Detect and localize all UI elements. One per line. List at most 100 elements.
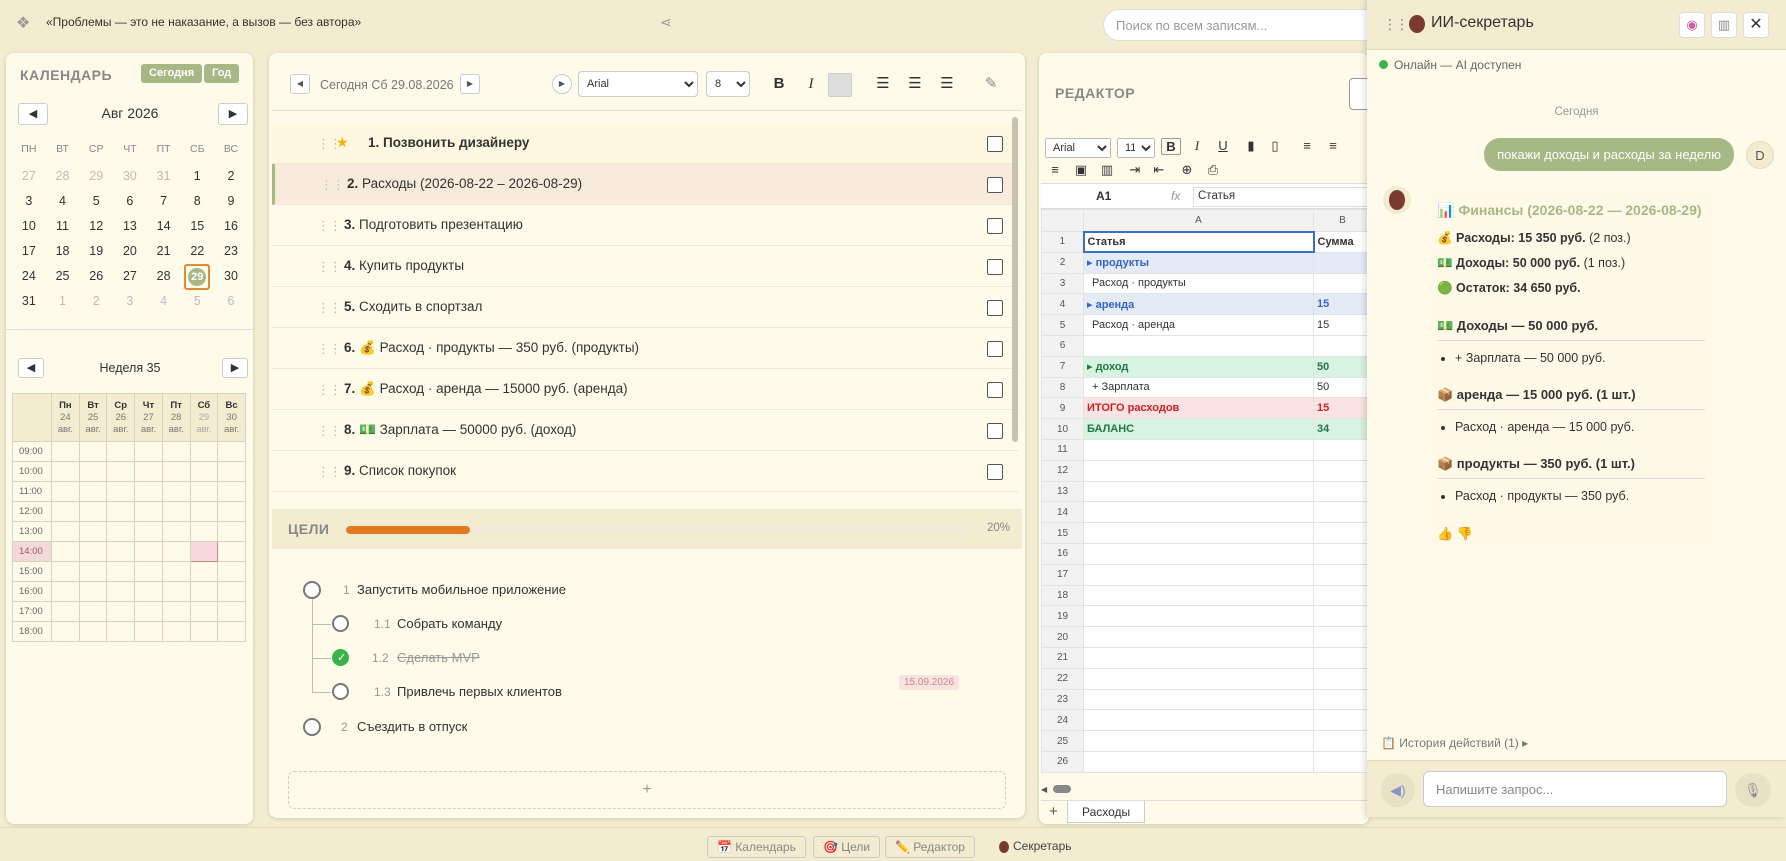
time-slot[interactable] xyxy=(51,461,80,482)
row-header[interactable]: 11 xyxy=(1041,438,1084,461)
row-header[interactable]: 25 xyxy=(1041,730,1084,752)
time-slot[interactable] xyxy=(134,581,163,602)
time-slot[interactable] xyxy=(106,601,136,622)
sheet-cell[interactable] xyxy=(1083,522,1314,544)
drag-handle-icon[interactable]: ⋮⋮ xyxy=(317,218,342,234)
calendar-day[interactable]: 26 xyxy=(79,264,113,289)
filter-icon[interactable]: ≡ xyxy=(1045,162,1065,177)
next-day-button[interactable]: ▶ xyxy=(460,74,480,94)
sheet-cell[interactable] xyxy=(1083,750,1314,773)
task-row[interactable]: ⋮⋮ 9. Список покупок xyxy=(272,451,1018,492)
sheet-size-select[interactable]: 11 xyxy=(1117,138,1155,158)
sheet-cell[interactable] xyxy=(1313,272,1369,295)
time-slot[interactable] xyxy=(78,521,108,542)
task-checkbox[interactable] xyxy=(987,218,1003,234)
column-header[interactable]: A xyxy=(1083,209,1314,232)
time-slot[interactable] xyxy=(106,541,136,562)
row-header[interactable]: 14 xyxy=(1041,501,1084,524)
time-slot[interactable] xyxy=(189,601,219,622)
sheet-underline-button[interactable]: U xyxy=(1213,138,1233,153)
row-header[interactable]: 4 xyxy=(1041,293,1084,316)
row-header[interactable]: 10 xyxy=(1041,418,1084,440)
sheet-cell[interactable] xyxy=(1313,522,1369,544)
time-slot[interactable] xyxy=(189,521,219,542)
align-center-icon[interactable]: ☰ xyxy=(902,71,928,97)
next-month-button[interactable]: ▶ xyxy=(218,103,248,125)
drag-handle-icon[interactable]: ⋮⋮ xyxy=(317,341,342,357)
calendar-day[interactable]: 1 xyxy=(46,289,80,314)
task-checkbox[interactable] xyxy=(987,136,1003,152)
sheet-cell[interactable] xyxy=(1083,501,1314,524)
sheet-cell[interactable]: Расход · аренда xyxy=(1083,314,1314,336)
task-row[interactable]: ⋮⋮ 7. 💰 Расход · аренда — 15000 руб. (ар… xyxy=(272,369,1018,410)
row-header[interactable]: 20 xyxy=(1041,626,1084,648)
time-slot[interactable] xyxy=(78,581,108,602)
calendar-day[interactable]: 5 xyxy=(79,189,113,214)
sheet-cell[interactable] xyxy=(1313,584,1369,607)
sheet-cell[interactable]: БАЛАНС xyxy=(1083,418,1314,440)
sheet-cell[interactable] xyxy=(1313,709,1369,732)
calendar-day[interactable]: 31 xyxy=(12,289,46,314)
calendar-day[interactable]: 2 xyxy=(214,164,248,189)
color-button[interactable] xyxy=(828,73,852,97)
row-header[interactable]: 23 xyxy=(1041,688,1084,711)
sheet-cell[interactable] xyxy=(1083,542,1314,565)
time-slot[interactable] xyxy=(161,481,191,502)
row-header[interactable]: 15 xyxy=(1041,522,1084,544)
formula-input[interactable]: Статья xyxy=(1193,187,1369,207)
task-row[interactable]: ⋮⋮ 3. Подготовить презентацию xyxy=(272,205,1018,246)
sheet-cell[interactable]: ИТОГО расходов xyxy=(1083,397,1314,420)
sheet-cell[interactable] xyxy=(1313,438,1369,461)
sheet-cell[interactable] xyxy=(1313,563,1369,586)
time-slot[interactable] xyxy=(106,581,136,602)
calendar-day[interactable]: 15 xyxy=(180,214,214,239)
sheet-cell[interactable] xyxy=(1083,626,1314,648)
time-slot[interactable] xyxy=(51,581,80,602)
sheet-cell[interactable] xyxy=(1083,605,1314,628)
calendar-day[interactable]: 1 xyxy=(180,164,214,189)
time-slot[interactable] xyxy=(161,541,191,562)
microphone-icon[interactable]: 🎙 xyxy=(1735,773,1771,807)
time-slot[interactable] xyxy=(161,521,191,542)
horizontal-scrollbar[interactable]: ◀ xyxy=(1041,783,1369,794)
sheet-italic-button[interactable]: I xyxy=(1187,138,1207,154)
time-slot[interactable] xyxy=(134,621,163,642)
sheet-cell[interactable]: 34 xyxy=(1313,418,1369,440)
calendar-day[interactable]: 6 xyxy=(113,189,147,214)
drag-handle-icon[interactable]: ⋮⋮ xyxy=(1383,16,1409,33)
dock-secretary-button[interactable]: Секретарь xyxy=(990,836,1081,858)
sheet-cell[interactable] xyxy=(1313,251,1369,274)
calendar-day[interactable]: 14 xyxy=(147,214,181,239)
action-history-link[interactable]: 📋 История действий (1) ▸ xyxy=(1381,736,1528,750)
calendar-day[interactable]: 17 xyxy=(12,239,46,264)
sheet-cell[interactable]: Расход · продукты xyxy=(1083,272,1314,295)
row-header[interactable]: 2 xyxy=(1041,251,1084,274)
task-checkbox[interactable] xyxy=(987,341,1003,357)
sheet-cell[interactable] xyxy=(1083,688,1314,711)
corner-cell[interactable] xyxy=(1041,209,1084,232)
sheet-cell[interactable] xyxy=(1083,667,1314,690)
time-slot[interactable] xyxy=(161,461,191,482)
calendar-day[interactable]: 6 xyxy=(214,289,248,314)
time-slot[interactable] xyxy=(217,601,246,622)
sheet-cell[interactable]: 50 xyxy=(1313,376,1369,399)
drag-handle-icon[interactable]: ⋮⋮ xyxy=(317,464,342,480)
calendar-day[interactable]: 25 xyxy=(46,264,80,289)
time-slot[interactable] xyxy=(78,561,108,582)
row-header[interactable]: 18 xyxy=(1041,584,1084,607)
row-header[interactable]: 17 xyxy=(1041,563,1084,586)
time-slot[interactable] xyxy=(189,561,219,582)
time-slot[interactable] xyxy=(78,441,108,462)
drag-handle-icon[interactable]: ⋮⋮ xyxy=(317,259,342,275)
row-header[interactable]: 21 xyxy=(1041,646,1084,669)
time-slot[interactable] xyxy=(134,521,163,542)
time-slot[interactable] xyxy=(134,501,163,522)
task-checkbox[interactable] xyxy=(987,300,1003,316)
row-header[interactable]: 9 xyxy=(1041,397,1084,420)
calendar-day[interactable]: 4 xyxy=(46,189,80,214)
calendar-day[interactable]: 22 xyxy=(180,239,214,264)
sheet-bold-button[interactable]: B xyxy=(1161,138,1181,155)
calendar-day[interactable]: 30 xyxy=(113,164,147,189)
sheet-cell[interactable]: Статья xyxy=(1082,230,1315,254)
align-left-icon[interactable]: ☰ xyxy=(870,71,896,97)
